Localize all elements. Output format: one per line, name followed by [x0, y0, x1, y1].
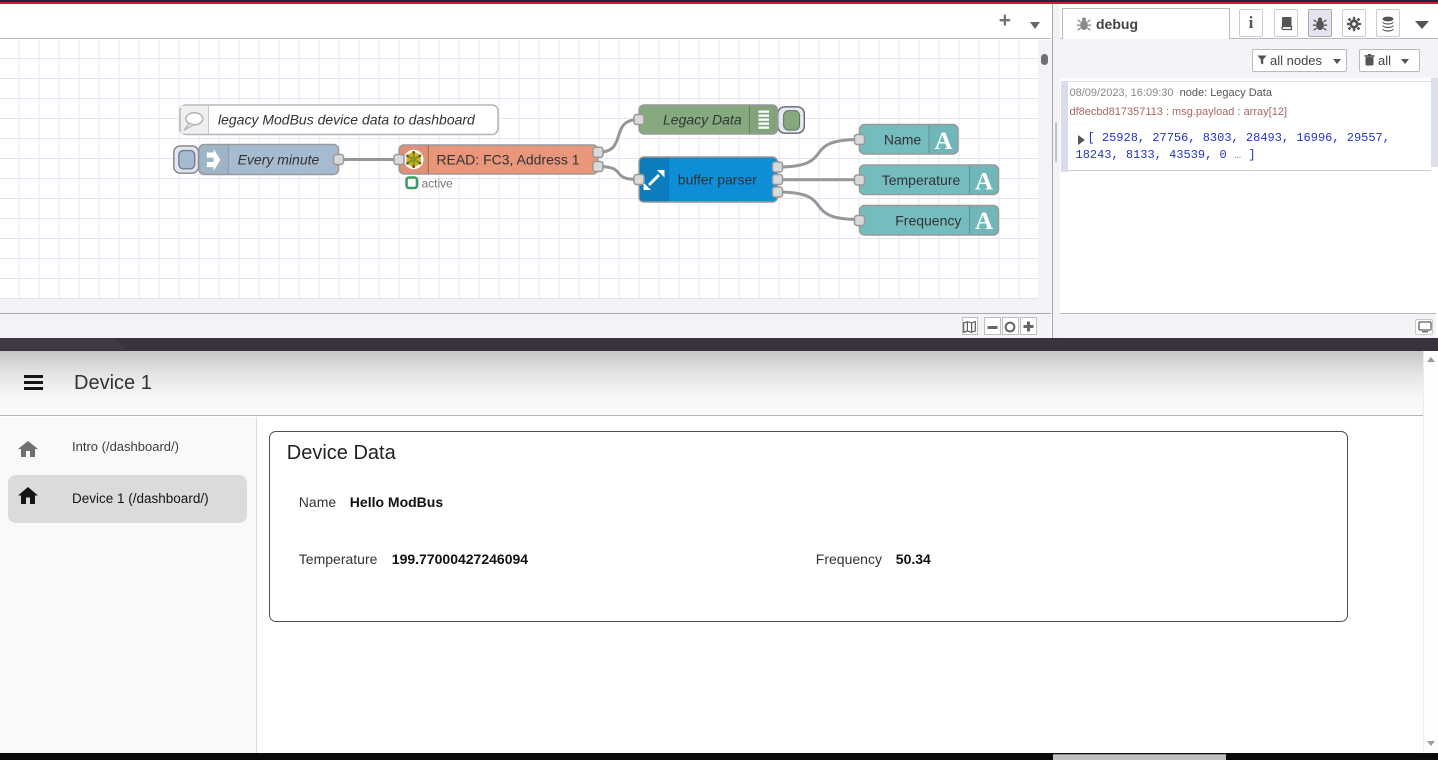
svg-text:Temperature: Temperature [882, 172, 961, 188]
svg-text:Every minute: Every minute [238, 152, 320, 168]
svg-text:Frequency: Frequency [895, 212, 961, 228]
svg-text:legacy ModBus device data to d: legacy ModBus device data to dashboard [218, 112, 476, 128]
svg-text:A: A [934, 128, 952, 155]
svg-text:READ: FC3, Address 1: READ: FC3, Address 1 [436, 152, 579, 168]
svg-text:A: A [975, 168, 993, 195]
svg-text:Name: Name [884, 131, 922, 147]
svg-text:A: A [975, 208, 993, 235]
svg-text:buffer parser: buffer parser [678, 171, 757, 187]
svg-text:active: active [422, 177, 454, 191]
svg-text:Legacy Data: Legacy Data [663, 112, 742, 128]
